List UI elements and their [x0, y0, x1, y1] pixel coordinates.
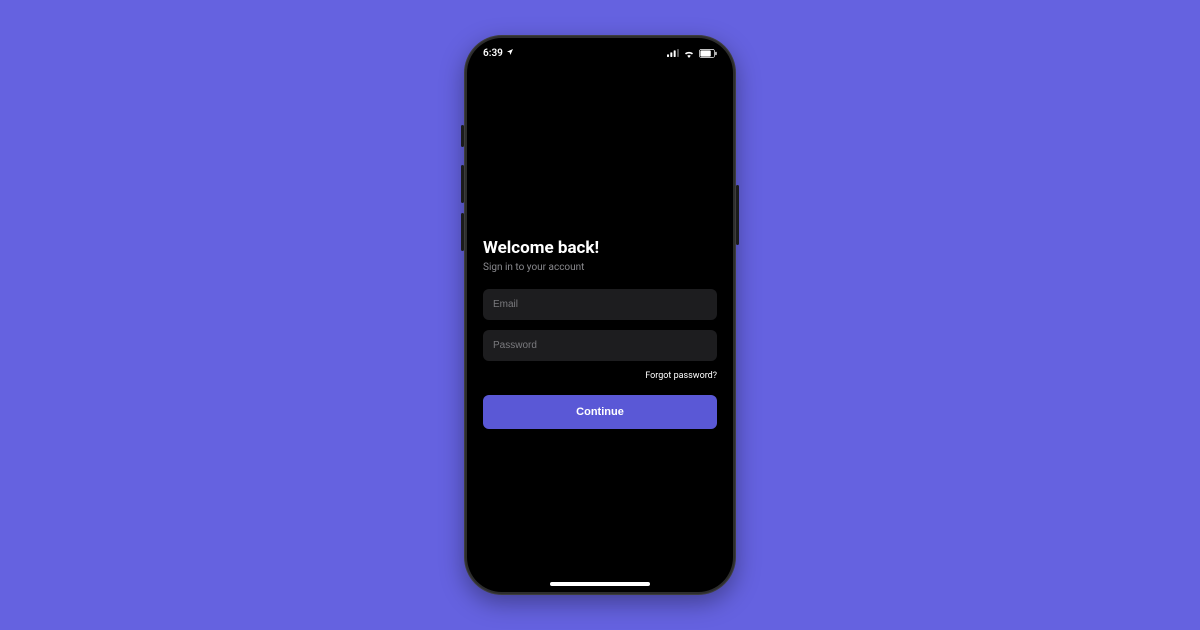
- password-field[interactable]: [483, 330, 717, 361]
- phone-frame: 6:39: [464, 35, 736, 595]
- cellular-signal-icon: [667, 49, 679, 57]
- battery-icon: [699, 49, 717, 58]
- volume-down-button: [461, 213, 464, 251]
- power-button: [736, 185, 739, 245]
- status-time: 6:39: [483, 48, 503, 59]
- page-title: Welcome back!: [483, 238, 717, 258]
- login-screen: Welcome back! Sign in to your account Fo…: [467, 38, 733, 592]
- phone-screen: 6:39: [467, 38, 733, 592]
- wifi-icon: [683, 49, 695, 58]
- home-indicator[interactable]: [550, 582, 650, 586]
- email-field[interactable]: [483, 289, 717, 320]
- volume-up-button: [461, 165, 464, 203]
- location-arrow-icon: [506, 48, 514, 59]
- continue-button[interactable]: Continue: [483, 395, 717, 429]
- page-subtitle: Sign in to your account: [483, 262, 717, 273]
- mute-switch: [461, 125, 464, 147]
- forgot-password-link[interactable]: Forgot password?: [483, 371, 717, 381]
- notch: [540, 38, 660, 60]
